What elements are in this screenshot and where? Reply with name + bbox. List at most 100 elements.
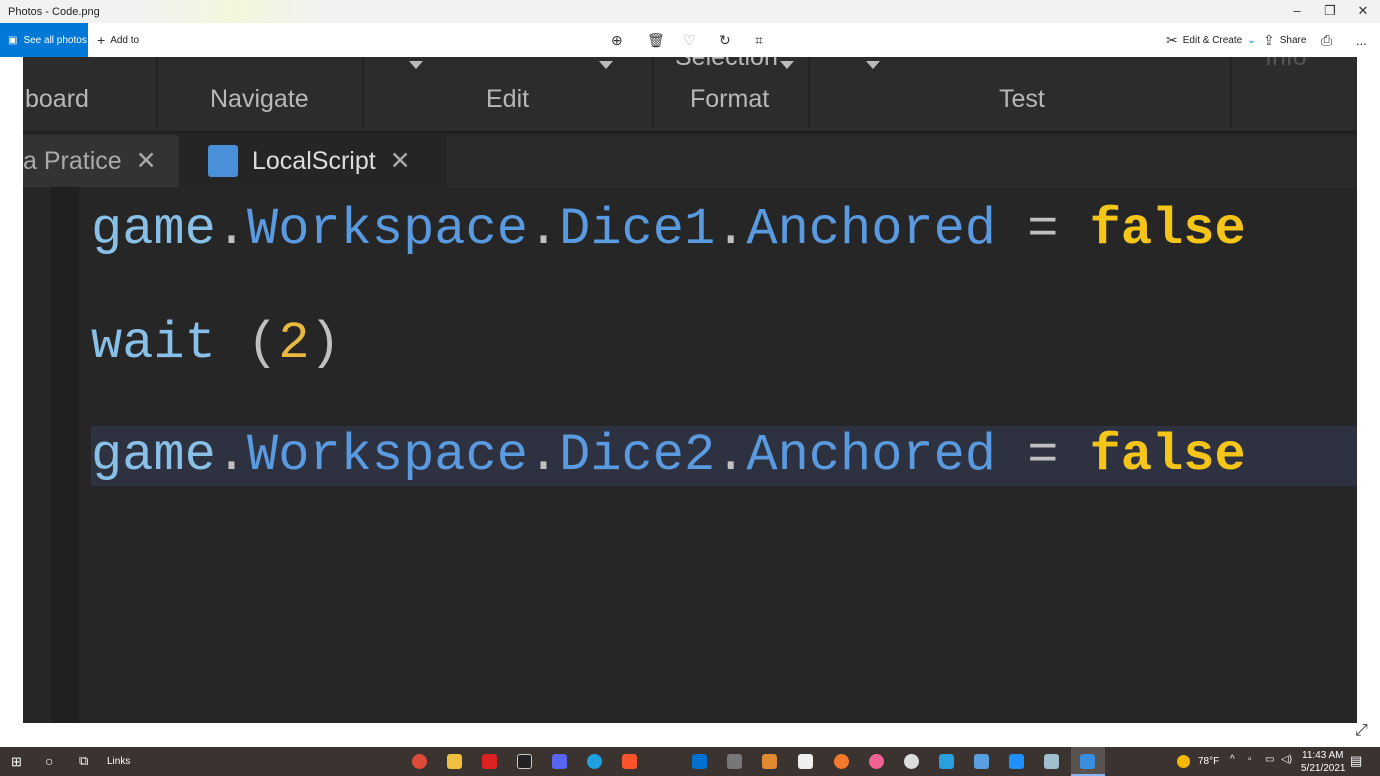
ribbon-clipboard: board [25, 85, 89, 113]
edit-create-label: Edit & Create [1182, 34, 1243, 46]
links-toolbar[interactable]: Links [107, 756, 130, 767]
clock-date[interactable]: 5/21/2021 [1301, 763, 1346, 774]
app-icon[interactable] [762, 754, 777, 769]
zoom-icon[interactable]: ⊕ [611, 23, 623, 57]
discord-icon[interactable] [552, 754, 567, 769]
photos-icon: ▣ [8, 34, 18, 46]
dropdown-arrow-icon [409, 61, 423, 69]
add-to-button[interactable]: + Add to [97, 23, 139, 57]
dc-icon[interactable] [798, 754, 813, 769]
plus-icon: + [97, 32, 106, 48]
tab-label: a Pratice [23, 146, 122, 175]
notepad-icon[interactable] [1044, 754, 1059, 769]
add-to-label: Add to [110, 34, 140, 46]
code-line-2: wait (2) [91, 314, 341, 374]
notifications-icon[interactable]: ▤ [1350, 753, 1362, 769]
photo-canvas: board Navigate Edit Selection Format Tes… [23, 57, 1357, 723]
task-view-icon[interactable]: ⧉ [79, 753, 88, 769]
close-tab-icon[interactable]: ✕ [136, 146, 157, 176]
code-token: Dice2 [559, 426, 716, 485]
code-token: false [1089, 426, 1246, 485]
close-button[interactable]: ✕ [1348, 3, 1378, 19]
code-token: game [91, 426, 216, 485]
code-token: Anchored [746, 426, 997, 485]
code-token: . [527, 426, 560, 485]
photos-icon [1080, 754, 1095, 769]
code-token: wait [91, 314, 216, 373]
rotate-icon[interactable]: ↻ [719, 23, 731, 57]
see-all-photos-button[interactable]: ▣ See all photos [0, 23, 88, 57]
clock-time[interactable]: 11:43 AM [1302, 750, 1344, 761]
code-token: . [715, 426, 747, 485]
code-token: ) [309, 314, 341, 373]
playstation-icon[interactable] [692, 754, 707, 769]
share-label: Share [1279, 34, 1307, 46]
ribbon: board Navigate Edit Selection Format Tes… [23, 57, 1357, 133]
ribbon-selection: Selection [675, 57, 778, 71]
delete-icon[interactable]: 🗑 [647, 23, 665, 57]
code-token: Workspace [247, 200, 528, 259]
line-gutter [51, 187, 79, 723]
taskbar: ⊞ ○ ⧉ Links 78°F ^ ▫ ▭ ◁) 11:43 AM 5/21/… [0, 747, 1380, 776]
chrome-icon[interactable] [412, 754, 427, 769]
meet-icon[interactable]: ▫ [1248, 754, 1252, 765]
weather-temp[interactable]: 78°F [1198, 756, 1219, 767]
photos-app-active[interactable] [1071, 747, 1105, 776]
file-explorer-icon[interactable] [447, 754, 462, 769]
dropdown-arrow-icon [599, 61, 613, 69]
title-bar: Photos - Code.png – ❐ ✕ [0, 0, 1380, 23]
app-icon[interactable] [1009, 754, 1024, 769]
tab-pratice[interactable]: a Pratice ✕ [23, 135, 178, 187]
code-token: = [996, 426, 1090, 485]
code-token: . [527, 200, 560, 259]
restore-button[interactable]: ❐ [1315, 3, 1345, 19]
tab-localscript[interactable]: LocalScript ✕ [180, 135, 446, 187]
minimize-button[interactable]: – [1282, 3, 1312, 18]
chevron-up-icon[interactable]: ^ [1230, 754, 1235, 765]
brave-icon[interactable] [622, 754, 637, 769]
start-icon[interactable]: ⊞ [11, 754, 22, 770]
photos-toolbar: ▣ See all photos + Add to ⊕ 🗑 ♡ ↻ ⌗ ✂ Edit … [0, 23, 1380, 57]
tab-label: LocalScript [252, 146, 376, 175]
code-editor[interactable]: game.Workspace.Dice1.Anchored = false wa… [23, 187, 1357, 723]
epic-games-icon[interactable] [517, 754, 532, 769]
print-icon[interactable]: ⎙ [1321, 23, 1332, 57]
volume-icon[interactable]: ◁) [1281, 754, 1292, 765]
code-token: . [215, 200, 248, 259]
localscript-icon [208, 145, 238, 177]
favorite-icon[interactable]: ♡ [683, 23, 696, 57]
window-title: Photos - Code.png [8, 6, 100, 18]
ribbon-info: Info [1265, 57, 1307, 71]
search-icon[interactable]: ○ [45, 753, 53, 769]
network-icon[interactable]: ▭ [1265, 754, 1274, 765]
ribbon-edit: Edit [486, 85, 530, 113]
ribbon-test: Test [999, 85, 1045, 113]
share-button[interactable]: ⇪ Share [1263, 23, 1306, 57]
edit-create-button[interactable]: ✂ Edit & Create ⌄ [1166, 23, 1256, 57]
close-tab-icon[interactable]: ✕ [390, 146, 411, 176]
code-token: false [1089, 200, 1246, 259]
more-button[interactable]: ... [1356, 23, 1367, 57]
code-token: = [996, 200, 1090, 259]
steam-icon[interactable] [904, 754, 919, 769]
code-token: Anchored [746, 200, 997, 259]
edge-icon[interactable] [587, 754, 602, 769]
app-icon[interactable] [974, 754, 989, 769]
fullscreen-icon[interactable]: ⤢ [1355, 722, 1368, 740]
app-icon[interactable] [939, 754, 954, 769]
code-token: . [715, 200, 747, 259]
code-line-3: game.Workspace.Dice2.Anchored = false [91, 426, 1246, 486]
see-all-label: See all photos [23, 34, 87, 46]
osu-icon[interactable] [869, 754, 884, 769]
dropdown-arrow-icon [780, 61, 794, 69]
weather-sun-icon[interactable] [1177, 755, 1190, 768]
code-token: game [91, 200, 216, 259]
code-token: ( [215, 314, 279, 373]
gamepad-icon[interactable] [727, 754, 742, 769]
crop-icon[interactable]: ⌗ [755, 23, 763, 57]
amd-icon[interactable] [482, 754, 497, 769]
blender-icon[interactable] [834, 754, 849, 769]
code-token: . [215, 426, 248, 485]
ribbon-navigate: Navigate [210, 85, 309, 113]
chevron-down-icon: ⌄ [1247, 34, 1256, 46]
